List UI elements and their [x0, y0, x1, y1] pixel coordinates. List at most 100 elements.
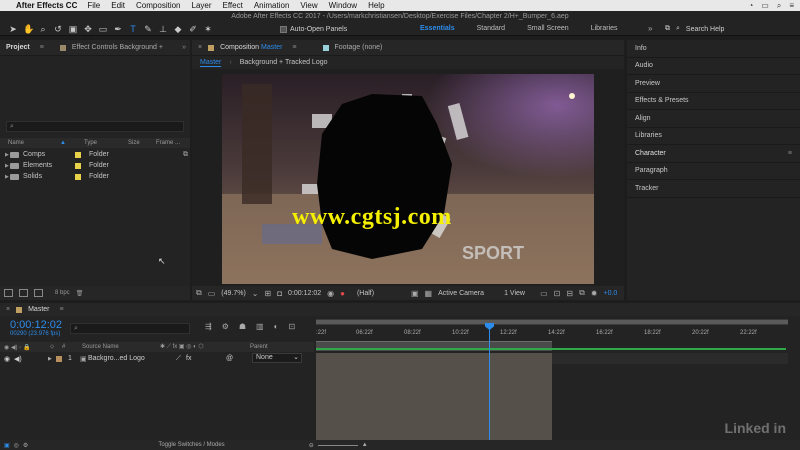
col-parent[interactable]: Parent	[250, 344, 268, 350]
av-switches-icon[interactable]: ◉ ◀) ◦ 🔒	[0, 344, 50, 351]
motion-blur-icon[interactable]: ◐	[274, 322, 279, 331]
tab-project[interactable]: Project	[6, 44, 30, 51]
trash-icon[interactable]: 🗑	[76, 290, 84, 297]
panel-align[interactable]: Align	[627, 110, 800, 128]
expand-icon[interactable]: ▶	[0, 163, 9, 169]
new-folder-icon[interactable]	[19, 289, 28, 297]
app-menu[interactable]: After Effects CC	[16, 1, 77, 10]
panel-paragraph[interactable]: Paragraph	[627, 163, 800, 180]
panel-libraries[interactable]: Libraries	[627, 128, 800, 145]
col-frame[interactable]: Frame ...	[156, 140, 180, 146]
label-swatch[interactable]	[75, 162, 81, 169]
menu-animation[interactable]: Animation	[254, 1, 290, 10]
menu-view[interactable]: View	[300, 1, 317, 10]
transparency-grid-icon[interactable]: ▦	[425, 289, 433, 298]
close-icon[interactable]: ×	[198, 44, 202, 51]
expand-icon[interactable]: ▶	[0, 152, 9, 158]
selection-tool-icon[interactable]: ➤	[8, 24, 18, 34]
workspace-standard[interactable]: Standard	[477, 25, 505, 32]
tab-footage[interactable]: Footage (none)	[335, 44, 383, 51]
camera-dropdown[interactable]: Active Camera	[438, 290, 498, 297]
col-source-name[interactable]: Source Name	[82, 344, 160, 350]
draft-3d-icon[interactable]: ⚙	[222, 322, 229, 331]
label-swatch[interactable]	[75, 151, 81, 158]
hand-tool-icon[interactable]: ✋	[23, 24, 34, 34]
panel-character[interactable]: Character ≡	[627, 145, 800, 163]
label-swatch[interactable]	[75, 173, 81, 180]
workspace-overflow-icon[interactable]: »	[648, 24, 652, 33]
col-type[interactable]: Type	[84, 140, 128, 146]
snapshot-icon[interactable]: ◉	[327, 289, 334, 298]
zoom-tool-icon[interactable]: ⌕	[38, 24, 48, 34]
menu-file[interactable]: File	[87, 1, 100, 10]
always-preview-icon[interactable]: ⧉	[196, 288, 202, 298]
hide-shy-icon[interactable]: ☗	[239, 322, 246, 331]
zoom-dropdown[interactable]: (49.7%)	[221, 290, 246, 297]
toggle-pixel-aspect-icon[interactable]: ▭	[540, 289, 548, 298]
parent-pickwhip-icon[interactable]: @	[226, 355, 236, 362]
zoom-slider[interactable]	[317, 444, 358, 446]
layer-search-input[interactable]: ⌕	[70, 323, 190, 334]
new-comp-icon[interactable]	[34, 289, 43, 297]
auto-open-checkbox[interactable]	[280, 26, 287, 33]
close-icon[interactable]: ×	[6, 306, 10, 313]
expand-icon[interactable]: ▶	[48, 356, 56, 362]
tab-effect-controls[interactable]: Effect Controls Background +	[72, 44, 163, 51]
project-item-solids[interactable]: ▶ Solids Folder	[0, 171, 190, 182]
notification-icon[interactable]: ≡	[789, 1, 794, 10]
expand-icon[interactable]: ▶	[0, 174, 9, 180]
project-item-comps[interactable]: ▶ Comps Folder ⧉	[0, 149, 190, 160]
layer-row[interactable]: ◉ ◀) ▶ 1 ▣ Backgro...ed Logo ⟋ fx @ None…	[0, 353, 314, 364]
workspace-small-screen[interactable]: Small Screen	[527, 25, 569, 32]
workspace-essentials[interactable]: Essentials	[420, 25, 455, 32]
frame-blending-icon[interactable]: ▥	[256, 322, 264, 331]
zoom-in-icon[interactable]: ▲	[362, 442, 368, 448]
panel-info[interactable]: Info	[627, 40, 800, 58]
audio-icon[interactable]: ◀)	[8, 355, 28, 363]
work-area-bar[interactable]	[316, 319, 788, 325]
menu-edit[interactable]: Edit	[111, 1, 125, 10]
project-search-input[interactable]: ⌕	[6, 121, 184, 132]
monitor-icon[interactable]: ▭	[208, 289, 216, 298]
parent-dropdown[interactable]: None ⌄	[252, 353, 302, 363]
panel-audio[interactable]: Audio	[627, 58, 800, 75]
mask-visibility-icon[interactable]: ◘	[277, 289, 282, 298]
collapse-switch-icon[interactable]: ⟋	[176, 355, 186, 363]
battery-icon[interactable]: ▭	[761, 1, 769, 10]
tab-master[interactable]: Master	[28, 306, 49, 313]
work-area[interactable]	[316, 320, 788, 324]
fx-switch-icon[interactable]: fx	[186, 355, 226, 362]
puppet-tool-icon[interactable]: ✶	[203, 24, 213, 34]
comp-mini-flowchart-icon[interactable]: ⇶	[205, 322, 212, 331]
switches-col-icon[interactable]: ✱ ⟋ fx ▣ ◎ ◐ ⬡	[160, 343, 250, 351]
menu-help[interactable]: Help	[368, 1, 384, 10]
rotate-tool-icon[interactable]: ↺	[53, 24, 63, 34]
panel-tracker[interactable]: Tracker	[627, 180, 800, 198]
in-out-icon[interactable]: ⚙	[23, 442, 28, 449]
label-col-icon[interactable]: ⬦	[50, 344, 62, 351]
comp-timecode[interactable]: 0:00:12:02	[288, 290, 321, 297]
fast-preview-icon[interactable]: ⊡	[554, 289, 561, 298]
brush-tool-icon[interactable]: ✎	[143, 24, 153, 34]
panel-menu-icon[interactable]: ≡	[292, 44, 296, 51]
region-interest-icon[interactable]: ▣	[411, 289, 419, 298]
timeline-icon[interactable]: ⊟	[566, 289, 573, 298]
camera-tool-icon[interactable]: ▣	[68, 24, 78, 34]
flowchart-icon[interactable]: ⧉	[183, 151, 188, 159]
crumb-master[interactable]: Master	[200, 59, 222, 67]
label-col-icon[interactable]: ▲	[60, 140, 84, 146]
panel-expand-icon[interactable]: »	[182, 44, 186, 51]
tab-composition-label[interactable]: Composition	[220, 44, 259, 51]
panel-menu-icon[interactable]: ≡	[40, 44, 44, 51]
type-tool-icon[interactable]: T	[128, 24, 138, 34]
flowchart-icon[interactable]: ⧉	[579, 288, 585, 298]
layer-duration-bar[interactable]	[316, 353, 552, 440]
menu-window[interactable]: Window	[329, 1, 357, 10]
grid-icon[interactable]: ⊞	[265, 289, 272, 298]
view-layout-dropdown[interactable]: 1 View	[504, 290, 534, 297]
current-time[interactable]: 0:00:12:02	[10, 319, 62, 331]
crumb-background[interactable]: Background + Tracked Logo	[240, 59, 328, 66]
panel-preview[interactable]: Preview	[627, 75, 800, 93]
panel-menu-icon[interactable]: ≡	[60, 306, 64, 313]
auto-open-panels[interactable]: Auto-Open Panels	[280, 26, 347, 33]
